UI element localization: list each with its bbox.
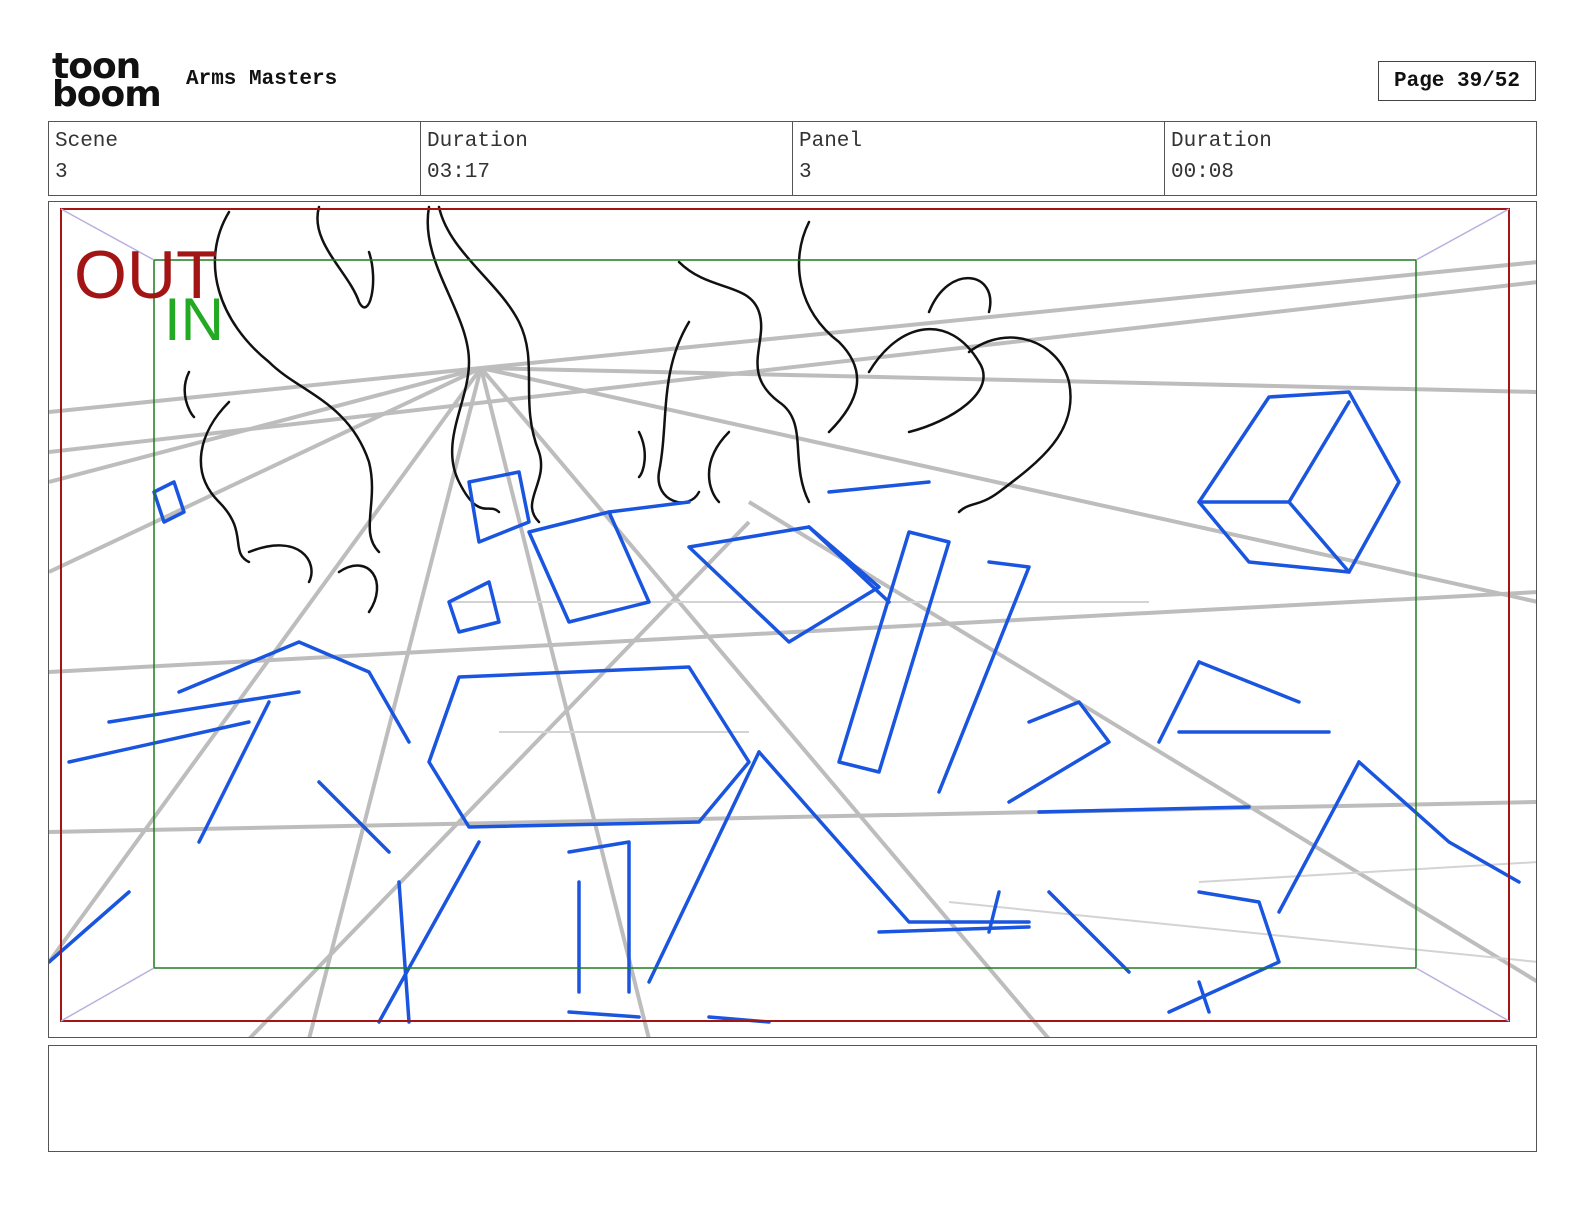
scene-cell: Scene 3 — [49, 122, 421, 195]
scene-duration-value: 03:17 — [427, 161, 491, 184]
scene-label: Scene — [55, 130, 119, 153]
info-table: Scene 3 Duration 03:17 Panel 3 Duration … — [48, 121, 1537, 196]
panel-duration-cell: Duration 00:08 — [1165, 122, 1536, 195]
panel-notes[interactable] — [48, 1045, 1537, 1152]
scene-duration-cell: Duration 03:17 — [421, 122, 793, 195]
project-title: Arms Masters — [186, 68, 338, 91]
debris-sketch — [49, 390, 1521, 1024]
perspective-lines — [49, 260, 1536, 1037]
panel-duration-value: 00:08 — [1171, 161, 1235, 184]
storyboard-panel: OUT IN — [48, 201, 1537, 1038]
scene-value: 3 — [55, 161, 68, 184]
panel-cell: Panel 3 — [793, 122, 1165, 195]
panel-duration-label: Duration — [1171, 130, 1272, 153]
scene-duration-label: Duration — [427, 130, 528, 153]
in-frame-label: IN — [164, 286, 224, 353]
page-indicator: Page 39/52 — [1378, 61, 1536, 101]
frame-corner-lines — [60, 208, 1510, 1022]
panel-label: Panel — [799, 130, 863, 153]
panel-value: 3 — [799, 161, 812, 184]
panel-sketch: OUT IN — [49, 205, 1536, 1037]
toonboom-logo: toon boom — [52, 49, 164, 115]
logo-line-2: boom — [52, 74, 162, 115]
out-frame — [60, 208, 1510, 1022]
